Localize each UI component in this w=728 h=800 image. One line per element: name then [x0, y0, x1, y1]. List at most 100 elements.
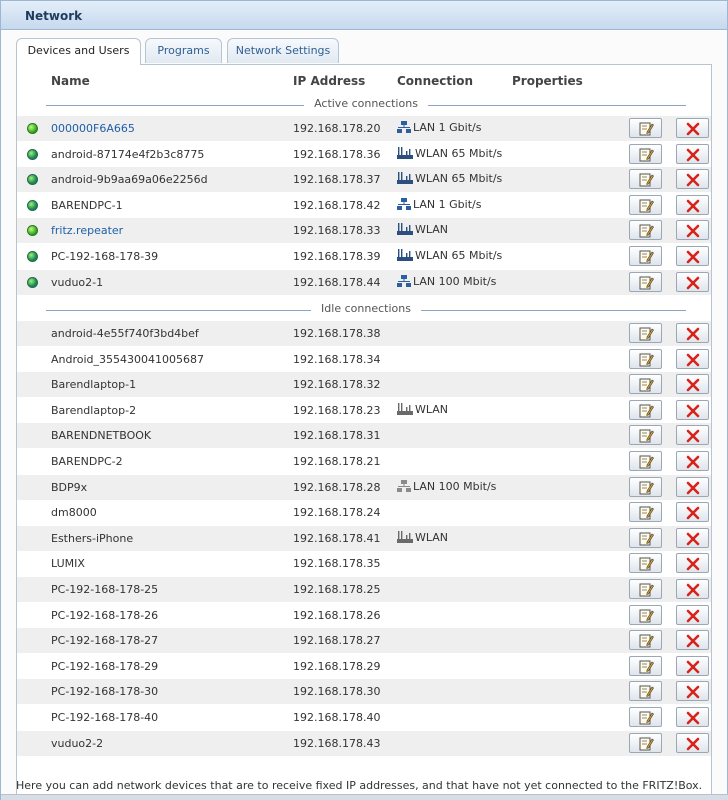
edit-device-button[interactable] — [629, 681, 662, 702]
edit-device-button[interactable] — [629, 425, 662, 446]
connection-label: WLAN — [415, 223, 449, 237]
device-row: BDP9x 192.168.178.28 LAN 100 Mbit/s — [17, 474, 711, 500]
delete-device-button[interactable] — [676, 348, 709, 369]
device-ip: 192.168.178.28 — [293, 480, 381, 494]
wlan-icon — [397, 223, 415, 236]
tab-programs[interactable]: Programs — [145, 38, 222, 63]
delete-device-button[interactable] — [676, 246, 709, 266]
tab-network-settings[interactable]: Network Settings — [227, 38, 339, 63]
column-header-connection: Connection — [397, 74, 474, 88]
delete-device-button[interactable] — [676, 681, 709, 702]
tab-devices-and-users[interactable]: Devices and Users — [16, 38, 141, 65]
delete-device-button[interactable] — [676, 220, 709, 241]
device-ip: 192.168.178.44 — [293, 275, 381, 289]
device-row: Esthers-iPhone 192.168.178.41 WLAN — [17, 525, 711, 551]
device-connection: LAN 100 Mbit/s — [397, 274, 497, 288]
delete-device-button[interactable] — [676, 399, 709, 420]
connection-label: LAN 100 Mbit/s — [413, 479, 497, 493]
device-row: android-87174e4f2b3c8775 192.168.178.36 WL… — [17, 142, 711, 167]
lan-icon — [397, 197, 413, 211]
edit-device-button[interactable] — [629, 399, 662, 420]
device-connection: WLAN — [397, 223, 448, 236]
device-name: vuduo2-2 — [51, 736, 104, 750]
edit-device-button[interactable] — [629, 271, 662, 292]
edit-device-button[interactable] — [629, 348, 662, 369]
wlan-icon — [397, 172, 415, 185]
delete-device-button[interactable] — [676, 630, 709, 651]
footer-hint: Here you can add network devices that ar… — [16, 779, 703, 792]
delete-device-button[interactable] — [676, 451, 709, 471]
window-title-bar: Network — [1, 1, 727, 30]
device-row: PC-192-168-178-29 192.168.178.29 — [17, 654, 711, 679]
edit-device-button[interactable] — [629, 630, 662, 651]
delete-device-button[interactable] — [676, 323, 709, 343]
edit-device-button[interactable] — [629, 118, 662, 138]
lan-icon — [397, 274, 413, 288]
connection-label: LAN 1 Gbit/s — [413, 121, 482, 134]
scrollbar-track[interactable] — [1, 794, 728, 800]
edit-device-button[interactable] — [629, 246, 662, 266]
edit-device-button[interactable] — [629, 220, 662, 241]
edit-device-button[interactable] — [629, 604, 662, 625]
delete-device-button[interactable] — [676, 655, 709, 676]
edit-device-button[interactable] — [629, 707, 662, 727]
edit-device-button[interactable] — [629, 527, 662, 548]
device-row: BARENDPC-1 192.168.178.42 LAN 1 Gbit/s — [17, 193, 711, 218]
edit-device-button[interactable] — [629, 169, 662, 190]
active-connections-label: Active connections — [304, 97, 428, 110]
edit-device-button[interactable] — [629, 579, 662, 599]
device-ip: 192.168.178.21 — [293, 455, 381, 468]
edit-device-button[interactable] — [629, 476, 662, 497]
device-ip: 192.168.178.35 — [293, 557, 381, 571]
delete-device-button[interactable] — [676, 271, 709, 292]
delete-device-button[interactable] — [676, 732, 709, 753]
device-name[interactable]: fritz.repeater — [51, 224, 123, 237]
delete-device-button[interactable] — [676, 502, 709, 523]
device-row: Barendlaptop-2 192.168.178.23 WLAN — [17, 398, 711, 423]
delete-device-button[interactable] — [676, 374, 709, 395]
device-row: BARENDPC-2 192.168.178.21 — [17, 449, 711, 474]
lan-icon — [397, 121, 413, 134]
delete-device-button[interactable] — [676, 476, 709, 497]
device-name: PC-192-168-178-39 — [51, 250, 159, 263]
edit-device-button[interactable] — [629, 732, 662, 753]
device-ip: 192.168.178.27 — [293, 634, 381, 648]
device-row: PC-192-168-178-25 192.168.178.25 — [17, 577, 711, 602]
delete-device-button[interactable] — [676, 707, 709, 727]
edit-device-button[interactable] — [629, 323, 662, 343]
device-ip: 192.168.178.20 — [293, 122, 381, 135]
delete-device-button[interactable] — [676, 169, 709, 190]
lan-icon-grey — [397, 479, 413, 493]
device-row: LUMIX 192.168.178.35 — [17, 551, 711, 576]
delete-device-button[interactable] — [676, 579, 709, 599]
active-connections-separator: Active connections — [46, 97, 686, 113]
delete-device-button[interactable] — [676, 143, 709, 164]
delete-device-button[interactable] — [676, 118, 709, 138]
delete-device-button[interactable] — [676, 527, 709, 548]
delete-device-button[interactable] — [676, 194, 709, 215]
edit-device-button[interactable] — [629, 553, 662, 574]
device-name: Barendlaptop-1 — [51, 378, 137, 392]
device-row: BARENDNETBOOK 192.168.178.31 — [17, 423, 711, 449]
delete-device-button[interactable] — [676, 553, 709, 574]
device-name: PC-192-168-178-30 — [51, 685, 159, 699]
edit-device-button[interactable] — [629, 143, 662, 164]
edit-device-button[interactable] — [629, 655, 662, 676]
network-window: Network Devices and Users Programs Netwo… — [0, 0, 728, 800]
device-row: android-9b9aa69a06e2256d 192.168.178.37 WL… — [17, 167, 711, 193]
connection-label: LAN 100 Mbit/s — [413, 274, 497, 288]
edit-device-button[interactable] — [629, 374, 662, 395]
device-name[interactable]: 000000F6A665 — [51, 122, 135, 135]
edit-device-button[interactable] — [629, 194, 662, 215]
device-ip: 192.168.178.34 — [293, 352, 381, 366]
delete-device-button[interactable] — [676, 604, 709, 625]
content-area: Devices and Users Programs Network Setti… — [1, 31, 727, 800]
device-name: Esthers-iPhone — [51, 531, 134, 545]
delete-device-button[interactable] — [676, 425, 709, 446]
device-connection: LAN 1 Gbit/s — [397, 121, 481, 134]
wlan-icon — [397, 249, 415, 262]
edit-device-button[interactable] — [629, 502, 662, 523]
device-connection: WLAN — [397, 402, 448, 416]
column-header-properties: Properties — [512, 74, 583, 88]
edit-device-button[interactable] — [629, 451, 662, 471]
